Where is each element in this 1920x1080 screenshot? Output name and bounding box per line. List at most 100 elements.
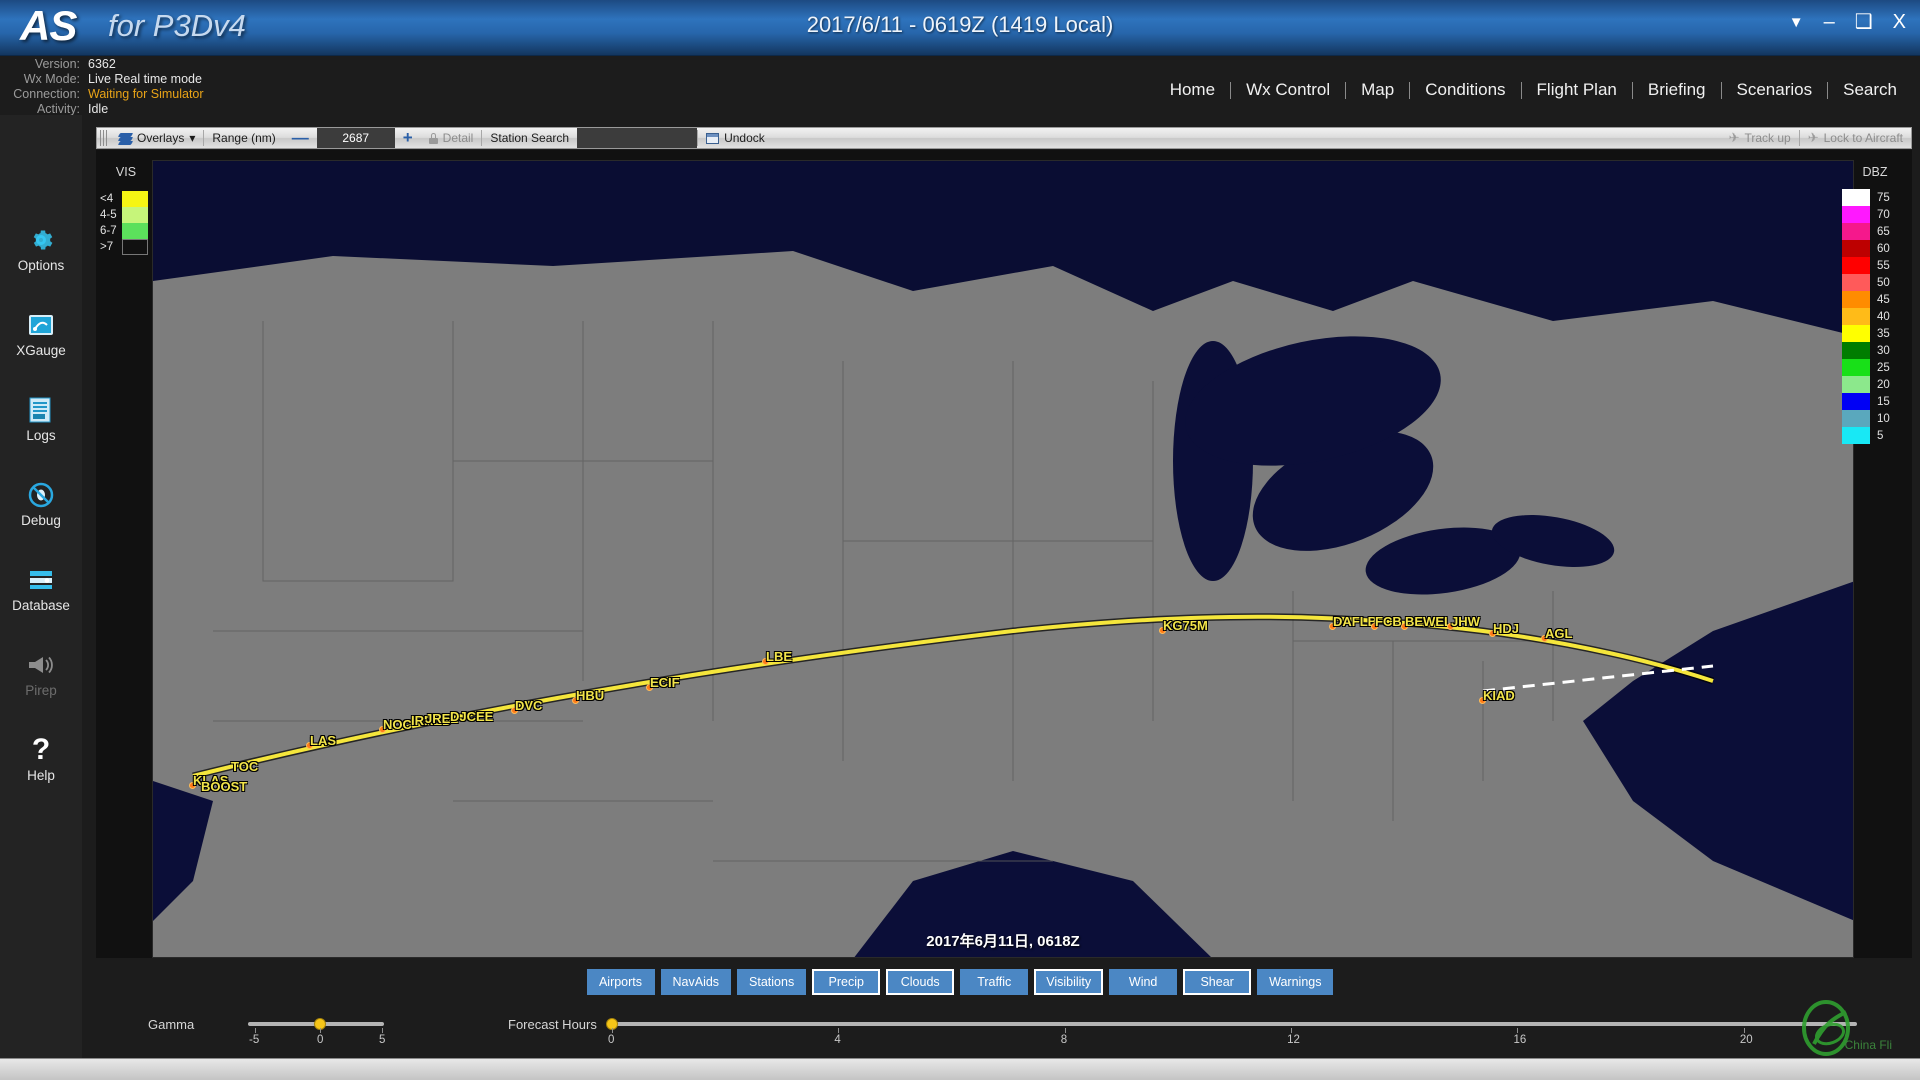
- dbz-legend-title: DBZ: [1862, 165, 1888, 179]
- waypoint-label-ecif[interactable]: ECIF: [650, 675, 680, 690]
- undock-button[interactable]: Undock: [698, 128, 773, 148]
- close-icon[interactable]: X: [1893, 12, 1906, 32]
- vis-legend-swatch: [122, 239, 148, 255]
- waypoint-label-dvc[interactable]: DVC: [515, 698, 542, 713]
- gamma-slider-label: Gamma: [148, 1017, 195, 1032]
- dbz-legend-swatch: [1842, 189, 1870, 206]
- layer-toggle-precip[interactable]: Precip: [812, 969, 881, 995]
- forecast-tick-label: 8: [1060, 1034, 1068, 1046]
- waypoint-label-las[interactable]: LAS: [310, 733, 336, 748]
- main-navigation: Home Wx Control Map Conditions Flight Pl…: [1155, 76, 1912, 104]
- vis-legend-label: 4-5: [100, 209, 117, 221]
- minimize-icon[interactable]: –: [1824, 12, 1835, 32]
- range-label-text: Range (nm): [212, 131, 276, 145]
- overlays-dropdown[interactable]: Overlays ▾: [111, 128, 203, 148]
- forecast-tick-label: 20: [1739, 1034, 1753, 1046]
- maximize-icon[interactable]: ❑: [1855, 12, 1873, 32]
- database-icon: [0, 565, 82, 595]
- layers-icon: [117, 132, 134, 145]
- dbz-legend-swatch: [1842, 223, 1870, 240]
- visibility-legend: VIS <4 4-5 6-7 >7: [100, 165, 152, 255]
- watermark-logo: China Fli: [1784, 1000, 1904, 1060]
- map-panel: KLAS BOOST TOC LAS NOC IRRED JREL DJCEE DVC HBU EC…: [96, 150, 1912, 958]
- forecast-slider-track[interactable]: [612, 1022, 1857, 1026]
- dbz-legend-row: 55: [1836, 257, 1914, 274]
- layer-toggle-visibility[interactable]: Visibility: [1034, 969, 1104, 995]
- nav-item-map[interactable]: Map: [1346, 80, 1409, 100]
- range-value[interactable]: 2687: [316, 128, 395, 148]
- sidebar-item-xgauge[interactable]: XGauge: [0, 310, 82, 358]
- waypoint-label-djcee[interactable]: DJCEE: [450, 709, 493, 724]
- layer-toggle-airports[interactable]: Airports: [586, 969, 655, 995]
- station-search-input[interactable]: [577, 128, 698, 148]
- vis-legend-row: <4: [100, 191, 152, 207]
- nav-item-flight-plan[interactable]: Flight Plan: [1522, 80, 1632, 100]
- waypoint-label-agl[interactable]: AGL: [1545, 626, 1572, 641]
- undock-label: Undock: [724, 131, 765, 145]
- dbz-legend-row: 15: [1836, 393, 1914, 410]
- title-bar: AS for P3Dv4 2017/6/11 - 0619Z (1419 Loc…: [0, 0, 1920, 56]
- layer-toggle-stations[interactable]: Stations: [737, 969, 807, 995]
- detail-button[interactable]: Detail: [421, 128, 482, 148]
- nav-item-search[interactable]: Search: [1828, 80, 1912, 100]
- nav-item-scenarios[interactable]: Scenarios: [1722, 80, 1828, 100]
- sidebar-label-debug: Debug: [21, 513, 61, 528]
- layer-toggle-warnings[interactable]: Warnings: [1257, 969, 1334, 995]
- layer-toggle-navaids[interactable]: NavAids: [660, 969, 732, 995]
- forecast-tick: [1517, 1028, 1519, 1033]
- sidebar-item-debug[interactable]: Debug: [0, 480, 82, 528]
- forecast-tick: [1291, 1028, 1293, 1033]
- layer-toggle-wind[interactable]: Wind: [1109, 969, 1178, 995]
- lock-to-aircraft-button[interactable]: ✈ Lock to Aircraft: [1800, 128, 1911, 148]
- track-up-button[interactable]: ✈ Track up: [1721, 128, 1799, 148]
- waypoint-label-kiad[interactable]: KIAD: [1483, 688, 1515, 703]
- forecast-tick-label: 16: [1513, 1034, 1527, 1046]
- waypoint-label-boost[interactable]: BOOST: [201, 779, 247, 794]
- dbz-legend-swatch: [1842, 240, 1870, 257]
- sidebar-label-pirep: Pirep: [25, 683, 57, 698]
- waypoint-label-kg75m[interactable]: KG75M: [1163, 618, 1208, 633]
- lock-to-aircraft-label: Lock to Aircraft: [1823, 131, 1903, 145]
- layer-toggle-traffic[interactable]: Traffic: [960, 969, 1029, 995]
- range-decrease-button[interactable]: —: [284, 128, 317, 148]
- dbz-legend-label: 55: [1877, 259, 1890, 272]
- weather-map[interactable]: KLAS BOOST TOC LAS NOC IRRED JREL DJCEE DVC HBU EC…: [152, 160, 1854, 958]
- status-value-activity: Idle: [88, 102, 109, 116]
- dbz-legend-row: 30: [1836, 342, 1914, 359]
- waypoint-label-toc[interactable]: TOC: [231, 759, 258, 774]
- waypoint-label-noc[interactable]: NOC: [383, 717, 412, 732]
- waypoint-label-lbe[interactable]: LBE: [766, 649, 792, 664]
- dbz-legend-row: 35: [1836, 325, 1914, 342]
- sidebar-item-pirep[interactable]: Pirep: [0, 650, 82, 698]
- map-geometry: [153, 161, 1853, 957]
- dbz-legend-row: 20: [1836, 376, 1914, 393]
- layer-toggle-shear[interactable]: Shear: [1183, 969, 1252, 995]
- megaphone-icon: [0, 650, 82, 680]
- waypoint-label-bewel[interactable]: BEWEL: [1405, 614, 1452, 629]
- sidebar-label-database: Database: [12, 598, 70, 613]
- nav-item-briefing[interactable]: Briefing: [1633, 80, 1721, 100]
- airplane-icon: ✈: [1807, 130, 1819, 145]
- forecast-tick: [838, 1028, 840, 1033]
- sidebar-item-database[interactable]: Database: [0, 565, 82, 613]
- sidebar-item-logs[interactable]: Logs: [0, 395, 82, 443]
- vis-legend-label: 6-7: [100, 225, 117, 237]
- status-value-version: 6362: [88, 57, 116, 71]
- nav-item-home[interactable]: Home: [1155, 80, 1230, 100]
- waypoint-label-hdj[interactable]: HDJ: [1493, 621, 1519, 636]
- minimize-to-tray-icon[interactable]: ▼: [1789, 15, 1804, 30]
- waypoint-label-hbu[interactable]: HBU: [576, 688, 604, 703]
- layer-toggle-clouds[interactable]: Clouds: [886, 969, 955, 995]
- range-increase-button[interactable]: +: [395, 128, 421, 148]
- waypoint-label-jhw[interactable]: JHW: [1451, 614, 1480, 629]
- nav-item-conditions[interactable]: Conditions: [1410, 80, 1520, 100]
- nav-item-wx-control[interactable]: Wx Control: [1231, 80, 1345, 100]
- window-icon: [706, 132, 720, 144]
- toolbar-drag-handle[interactable]: [100, 130, 108, 146]
- sidebar-item-help[interactable]: ? Help: [0, 735, 82, 784]
- gear-icon: [0, 225, 82, 255]
- slider-controls: Gamma -5 0 5 Forecast Hours 0 4 8 12 16 20: [0, 1000, 1920, 1060]
- sidebar-item-options[interactable]: Options: [0, 225, 82, 273]
- waypoint-label-fcb[interactable]: FCB: [1375, 614, 1402, 629]
- dbz-legend-swatch: [1842, 342, 1870, 359]
